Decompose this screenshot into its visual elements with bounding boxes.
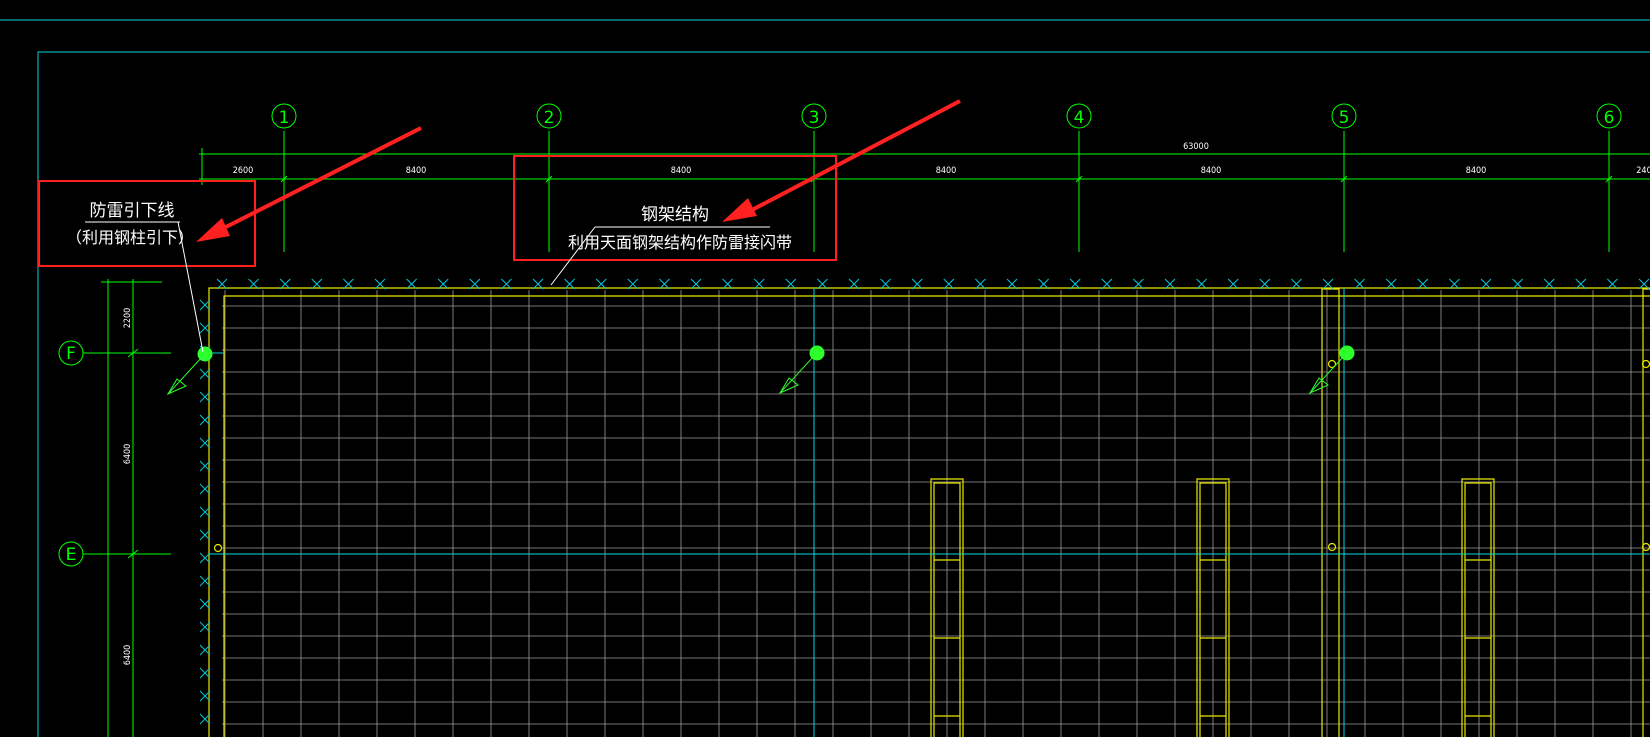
cad-drawing-canvas[interactable]: 63000 2600 8400 8400 8400 8400 8400 240 2200 640…	[0, 0, 1650, 737]
downlead-dot	[197, 346, 213, 362]
dimension-left-label: 6400	[123, 645, 133, 666]
downlead-dot	[809, 345, 825, 361]
annotation-downlead-line2: （利用钢柱引下）	[66, 228, 194, 247]
downlead-dot	[1339, 345, 1355, 361]
dimension-segment-label: 2600	[233, 166, 254, 176]
axis-bubble-label: F	[66, 344, 76, 364]
dimension-segment-label: 8400	[936, 166, 957, 176]
dimension-segment-label: 8400	[1466, 166, 1487, 176]
dimension-segment-label: 8400	[406, 166, 427, 176]
axis-bubble-label: E	[66, 545, 77, 565]
axis-bubble-label: 2	[544, 108, 555, 128]
axis-bubble-label: 5	[1339, 108, 1350, 128]
annotation-steel-frame-line1: 钢架结构	[641, 205, 709, 225]
annotation-steel-frame-line2: 利用天面钢架结构作防雷接闪带	[568, 233, 792, 252]
axis-bubble-label: 3	[809, 108, 820, 128]
dimension-total-label: 63000	[1183, 142, 1209, 152]
dimension-segment-label: 8400	[1201, 166, 1222, 176]
axis-bubble-label: 6	[1604, 108, 1615, 128]
axis-bubble-label: 1	[279, 108, 290, 128]
dimension-left-label: 6400	[123, 444, 133, 465]
dimension-segment-label: 240	[1636, 166, 1650, 176]
dimension-segment-label: 8400	[671, 166, 692, 176]
axis-bubble-label: 4	[1074, 108, 1085, 128]
dimension-left-label: 2200	[123, 308, 133, 329]
annotation-downlead-line1: 防雷引下线	[90, 201, 175, 221]
